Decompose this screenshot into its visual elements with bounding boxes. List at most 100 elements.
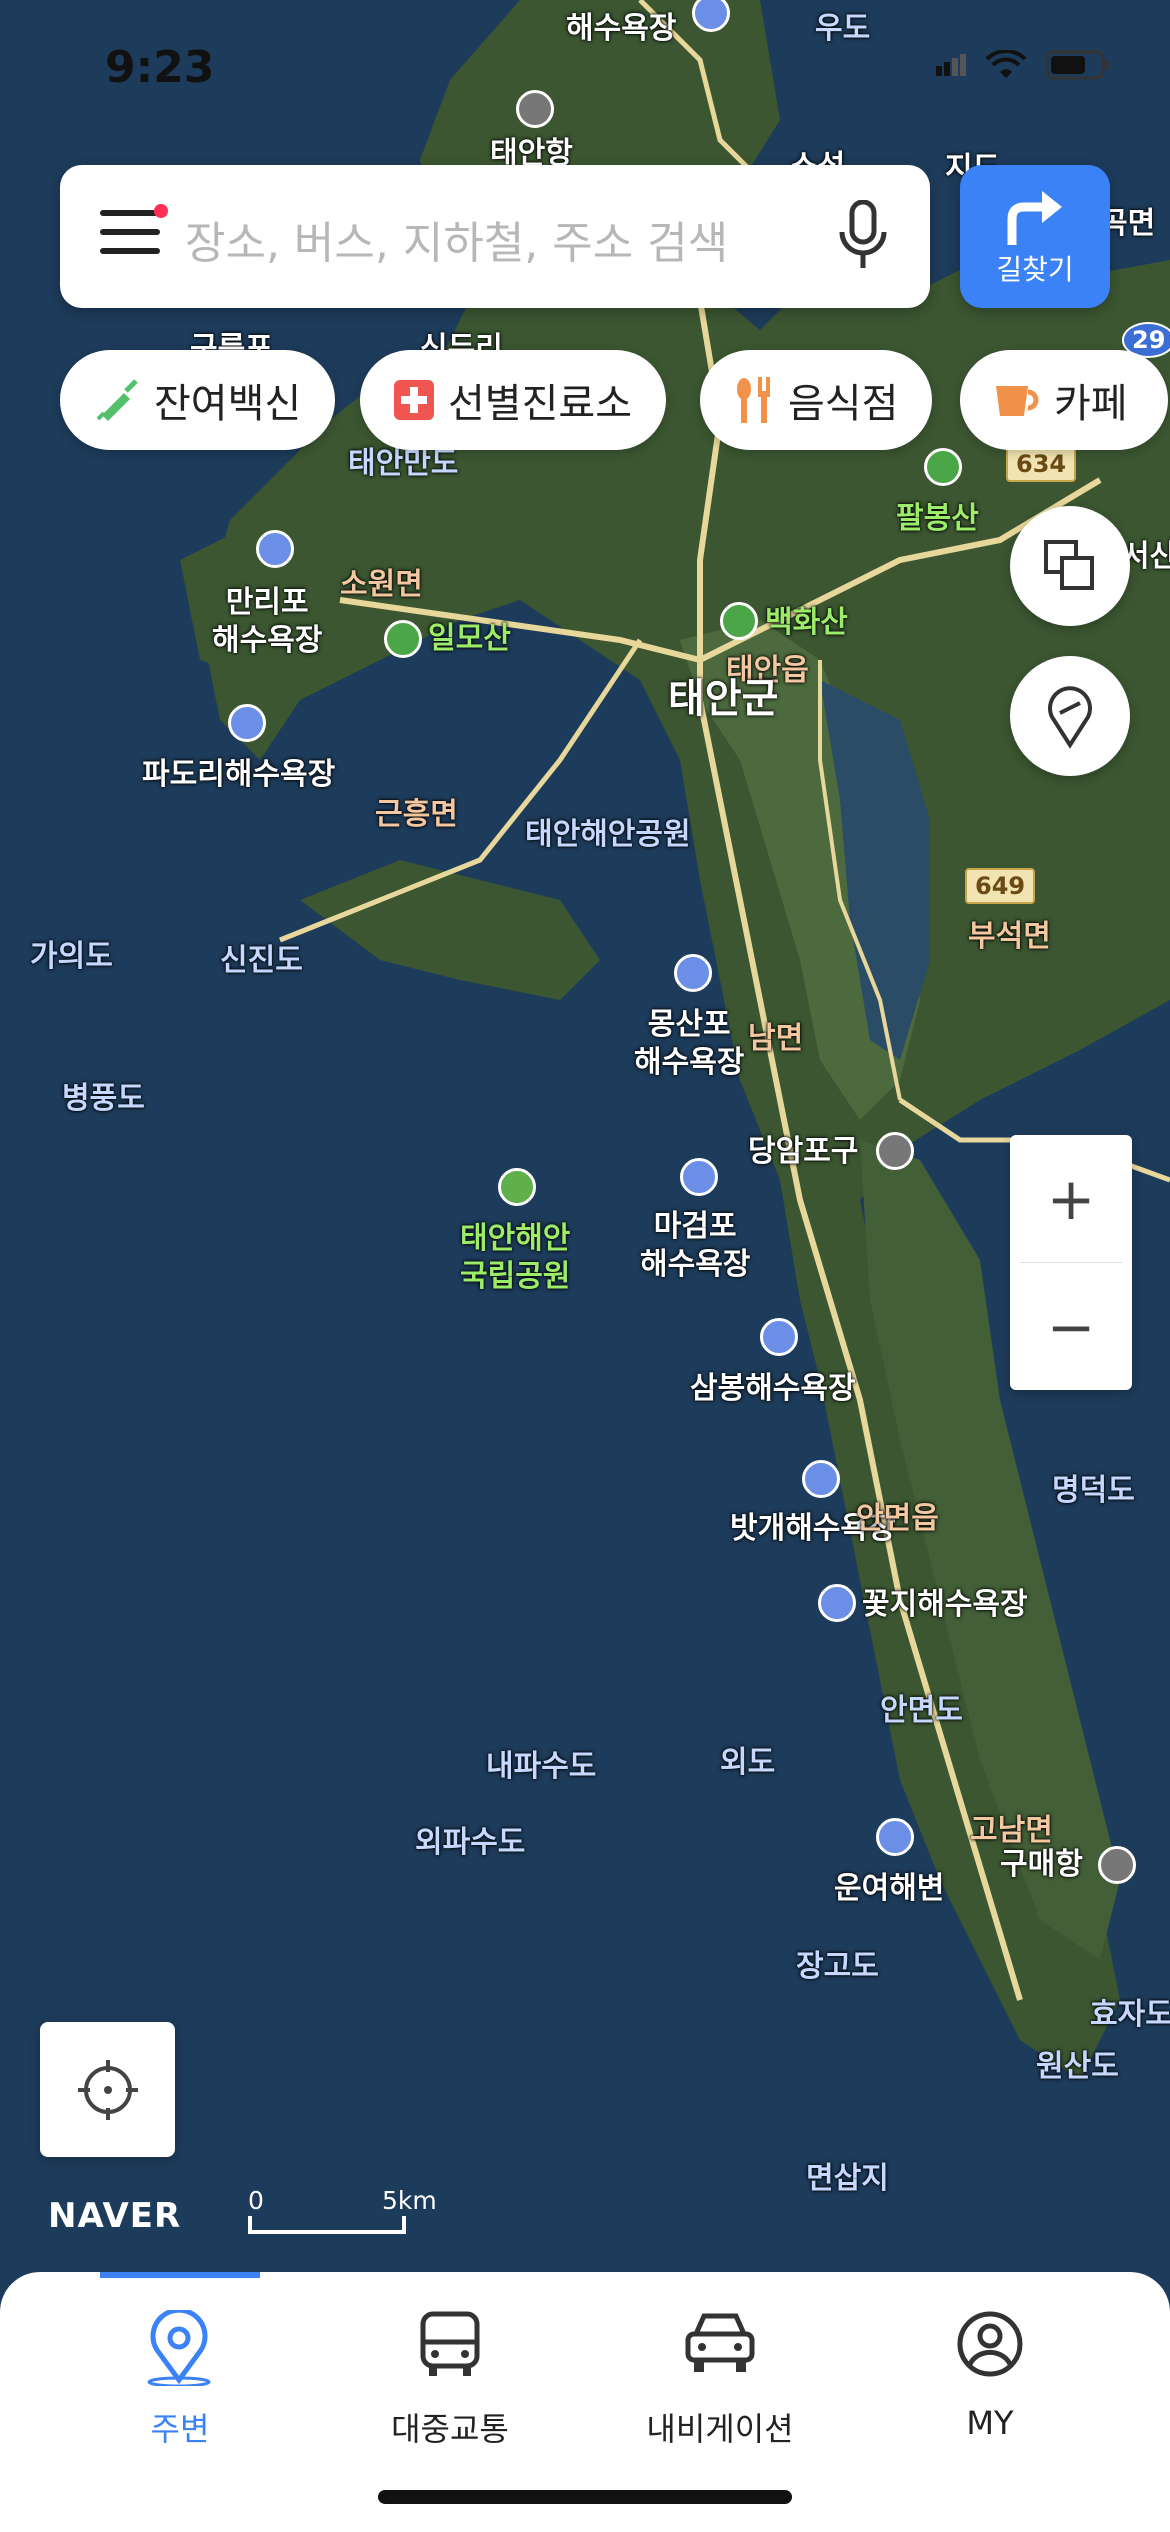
map-label-taeanhaeangongwon[interactable]: 태안해안공원 (525, 816, 691, 854)
utensils-icon (734, 377, 774, 423)
map-label-mongsanpo[interactable]: 몽산포 해수욕장 (634, 1006, 744, 1082)
beach-icon[interactable] (256, 530, 294, 568)
naver-logo: NAVER (48, 2196, 182, 2236)
beach-icon[interactable] (674, 954, 712, 992)
tab-nearby[interactable]: 주변 (45, 2272, 315, 2450)
chip-cafe[interactable]: 카페 (960, 350, 1168, 450)
map-label-nammyeon[interactable]: 남면 (748, 1020, 803, 1058)
tab-label: 내비게이션 (646, 2410, 794, 2448)
beach-icon[interactable] (228, 704, 266, 742)
map-label-oedo[interactable]: 외도 (720, 1744, 775, 1782)
port-icon[interactable] (876, 1132, 914, 1170)
map-label-janggodo[interactable]: 장고도 (796, 1948, 879, 1986)
search-input[interactable]: 장소, 버스, 지하철, 주소 검색 (185, 207, 728, 271)
beach-icon[interactable] (876, 1818, 914, 1856)
tab-my[interactable]: MY (855, 2272, 1125, 2442)
map-label-anmyeoneup[interactable]: 안면읍 (856, 1500, 939, 1538)
battery-icon (1046, 50, 1109, 80)
turn-right-arrow-icon (1007, 191, 1062, 245)
chip-vaccine[interactable]: 잔여백신 (60, 350, 336, 450)
beach-icon[interactable] (818, 1584, 856, 1622)
microphone-icon[interactable] (836, 200, 890, 270)
map-scale: 0 5km (248, 2186, 448, 2236)
map-label-taeangun[interactable]: 태안군 (668, 679, 778, 719)
chip-label: 잔여백신 (154, 381, 302, 427)
map-label-unyeohaebyeon[interactable]: 운여해변 (834, 1870, 944, 1908)
status-bar: 9:23 (0, 0, 1170, 150)
scale-zero: 0 (248, 2186, 264, 2215)
road-634-sign: 634 (1006, 446, 1077, 482)
map-label-baekhwasan[interactable]: 백화산 (765, 604, 848, 642)
saved-places-button[interactable] (1010, 656, 1130, 776)
map-label-honamdo[interactable]: 효자도 (1090, 1996, 1170, 2034)
chip-label: 선별진료소 (448, 381, 632, 427)
menu-button[interactable] (100, 204, 168, 260)
map-pin-outline-icon (1048, 686, 1092, 749)
zoom-out-button[interactable]: − (1010, 1263, 1132, 1390)
map-label-palbongsan[interactable]: 팔봉산 (896, 500, 979, 538)
plus-cross-icon (394, 380, 434, 420)
crosshair-icon (77, 2059, 138, 2120)
mountain-icon[interactable] (924, 448, 962, 486)
map-label-buseokmyeon[interactable]: 부석면 (968, 918, 1051, 956)
map-label-taeanmando[interactable]: 태안만도 (348, 445, 458, 483)
current-location-button[interactable] (40, 2022, 175, 2157)
beach-icon[interactable] (680, 1158, 718, 1196)
map-label-gonammyeon[interactable]: 고남면 (970, 1812, 1053, 1850)
map-label-naepasudo[interactable]: 내파수도 (486, 1748, 596, 1786)
map-label-padori[interactable]: 파도리해수욕장 (142, 756, 335, 794)
mountain-icon[interactable] (720, 602, 758, 640)
scale-value: 5km (382, 2186, 437, 2215)
map-label-sowonmyeon[interactable]: 소원면 (340, 566, 423, 604)
map-label-gaeuido[interactable]: 가의도 (30, 938, 113, 976)
map-label-gumaehang[interactable]: 구매항 (1000, 1846, 1083, 1884)
coffee-cup-icon (994, 380, 1040, 420)
user-circle-icon (957, 2311, 1023, 2377)
layers-icon (1044, 540, 1094, 590)
beach-icon[interactable] (802, 1460, 840, 1498)
map-label-anmyeondo[interactable]: 안면도 (880, 1692, 963, 1730)
tab-public-transit[interactable]: 대중교통 (315, 2272, 585, 2450)
map-label-kkotji[interactable]: 꽃지해수욕장 (862, 1586, 1028, 1624)
location-pin-icon (147, 2310, 211, 2386)
cellular-signal-icon (936, 54, 966, 76)
map-label-myeonsapji[interactable]: 면삽지 (806, 2160, 889, 2198)
map-label-sinjindo[interactable]: 신진도 (220, 942, 303, 980)
status-time: 9:23 (105, 42, 215, 93)
syringe-icon (94, 377, 140, 423)
chip-label: 음식점 (788, 381, 899, 427)
car-icon (685, 2313, 755, 2372)
map-layers-button[interactable] (1010, 506, 1130, 626)
map-label-myeongdeokdo[interactable]: 명덕도 (1052, 1472, 1135, 1510)
map-label-national-park[interactable]: 태안해안 국립공원 (460, 1220, 570, 1296)
notification-dot (154, 204, 168, 218)
map-label-geunheungmyeon[interactable]: 근흥면 (375, 796, 458, 834)
road-649-sign: 649 (965, 868, 1036, 904)
map-label-sambong[interactable]: 삼봉해수욕장 (690, 1370, 856, 1408)
map-label-manripo[interactable]: 만리포 해수욕장 (212, 584, 322, 660)
mountain-icon[interactable] (384, 620, 422, 658)
chip-restaurant[interactable]: 음식점 (700, 350, 933, 450)
map-label-dangampogu[interactable]: 당암포구 (748, 1133, 858, 1171)
map-label-ilmosan[interactable]: 일모산 (428, 620, 511, 658)
directions-button[interactable]: 길찾기 (960, 165, 1110, 308)
tab-label: MY (966, 2404, 1014, 2442)
map-label-byeongpungdo[interactable]: 병풍도 (62, 1080, 145, 1118)
chip-screening-clinic[interactable]: 선별진료소 (360, 350, 666, 450)
chip-label: 카페 (1054, 381, 1128, 427)
tab-label: 대중교통 (391, 2410, 509, 2448)
map-label-magumpo[interactable]: 마검포 해수욕장 (640, 1208, 750, 1284)
port-icon[interactable] (1098, 1846, 1136, 1884)
tab-navigation[interactable]: 내비게이션 (585, 2272, 855, 2450)
home-indicator (378, 2490, 792, 2504)
map-label-oepasudo[interactable]: 외파수도 (415, 1824, 525, 1862)
beach-icon[interactable] (760, 1318, 798, 1356)
park-icon[interactable] (498, 1168, 536, 1206)
bus-icon (420, 2311, 480, 2376)
search-bar[interactable]: 장소, 버스, 지하철, 주소 검색 (60, 165, 930, 308)
status-icons (936, 50, 1110, 80)
scale-bar (248, 2216, 406, 2234)
map-label-wonsando[interactable]: 원산도 (1036, 2048, 1119, 2086)
zoom-in-button[interactable]: + (1010, 1135, 1132, 1262)
wifi-icon (986, 50, 1026, 78)
